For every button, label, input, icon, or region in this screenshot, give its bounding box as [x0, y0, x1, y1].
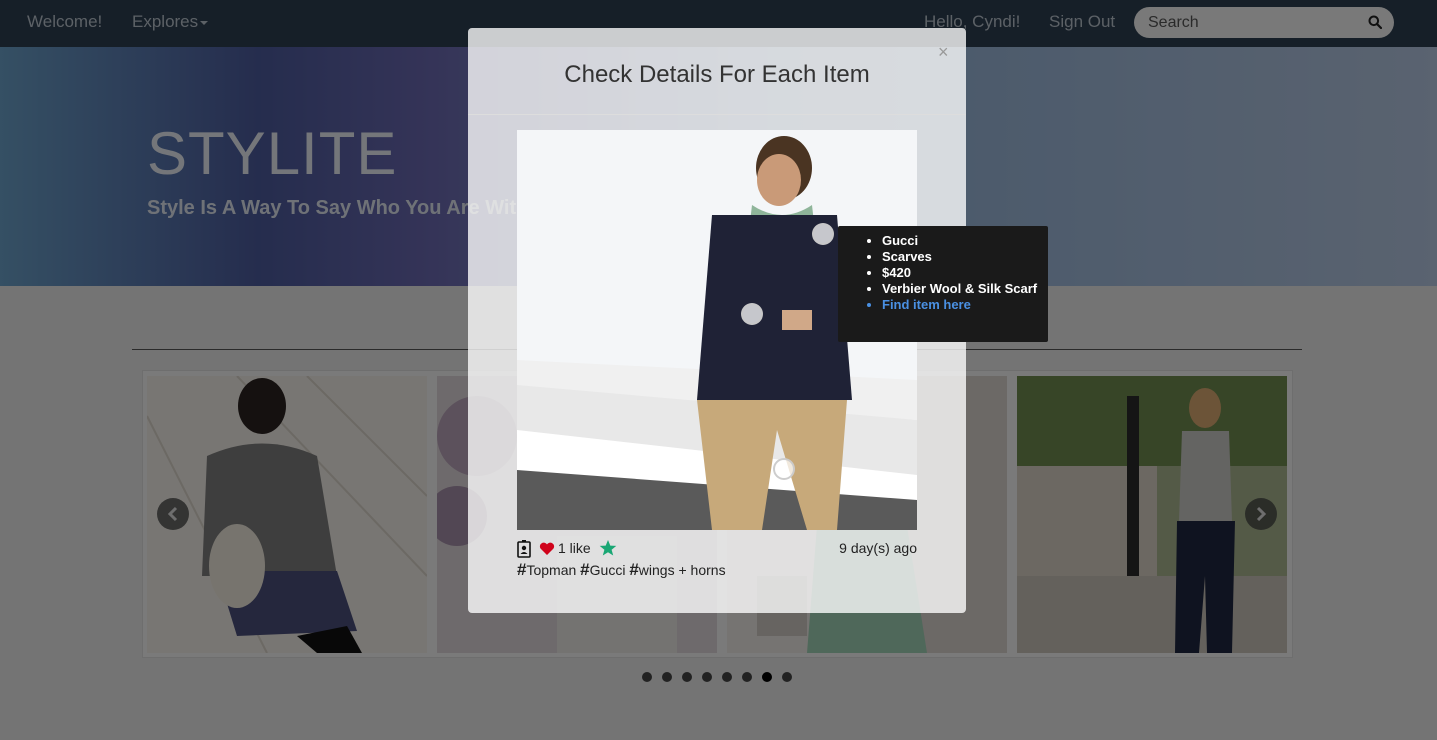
tooltip-category: Scarves [882, 249, 1048, 265]
item-tag-pants[interactable] [773, 458, 795, 480]
post-time: 9 day(s) ago [839, 540, 917, 556]
heart-icon[interactable] [539, 542, 555, 556]
closet-icon[interactable] [517, 540, 531, 558]
hashtag-gucci[interactable]: #Gucci [580, 560, 625, 579]
close-icon[interactable]: × [938, 42, 949, 63]
tooltip-item-name: Verbier Wool & Silk Scarf [882, 281, 1048, 297]
hashtag-list: #Topman #Gucci #wings + horns [517, 560, 726, 580]
hashtag-wings-horns[interactable]: #wings + horns [629, 560, 725, 579]
tooltip-price: $420 [882, 265, 1048, 281]
item-tag-scarf[interactable] [812, 223, 834, 245]
find-item-link[interactable]: Find item here [882, 297, 1048, 313]
likes-count: 1 like [558, 540, 591, 556]
item-tag-jacket[interactable] [741, 303, 763, 325]
post-meta-row: 1 like 9 day(s) ago [517, 540, 917, 560]
star-icon[interactable] [599, 539, 617, 557]
item-tooltip: Gucci Scarves $420 Verbier Wool & Silk S… [838, 226, 1048, 342]
hash-icon: # [580, 560, 590, 579]
hash-icon: # [629, 560, 639, 579]
modal-divider [468, 114, 966, 115]
tooltip-brand: Gucci [882, 233, 1048, 249]
hashtag-topman[interactable]: #Topman [517, 560, 576, 579]
modal-title: Check Details For Each Item [564, 61, 870, 88]
